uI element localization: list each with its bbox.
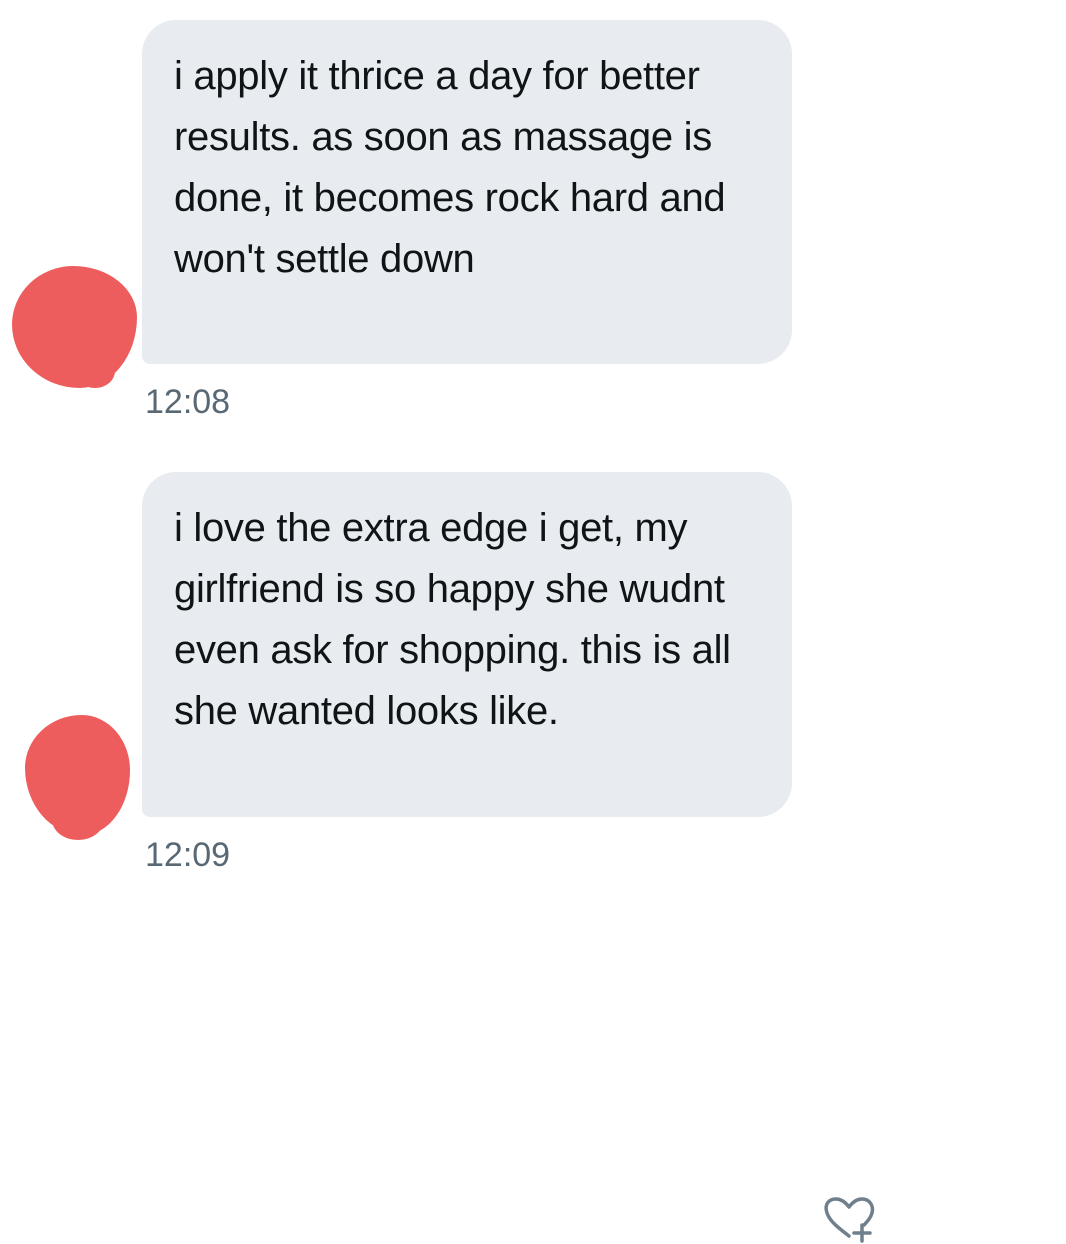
avatar-redaction-edge bbox=[75, 354, 115, 388]
heart-outline bbox=[824, 1197, 875, 1238]
avatar[interactable] bbox=[25, 715, 131, 840]
message-group-2: i love the extra edge i get, my girlfrie… bbox=[0, 430, 1066, 1243]
message-timestamp: 12:09 bbox=[145, 836, 231, 874]
heart-plus-icon[interactable] bbox=[822, 1194, 876, 1244]
message-group-1: i apply it thrice a day for better resul… bbox=[0, 0, 1066, 430]
avatar-redaction-edge bbox=[52, 799, 104, 840]
avatar[interactable] bbox=[12, 262, 142, 390]
message-text: i apply it thrice a day for better resul… bbox=[174, 54, 726, 281]
plus-symbol bbox=[852, 1223, 872, 1243]
message-timestamp: 12:08 bbox=[145, 383, 231, 421]
message-text: i love the extra edge i get, my girlfrie… bbox=[174, 506, 731, 733]
message-bubble[interactable]: i apply it thrice a day for better resul… bbox=[142, 20, 792, 364]
message-bubble[interactable]: i love the extra edge i get, my girlfrie… bbox=[142, 472, 792, 817]
